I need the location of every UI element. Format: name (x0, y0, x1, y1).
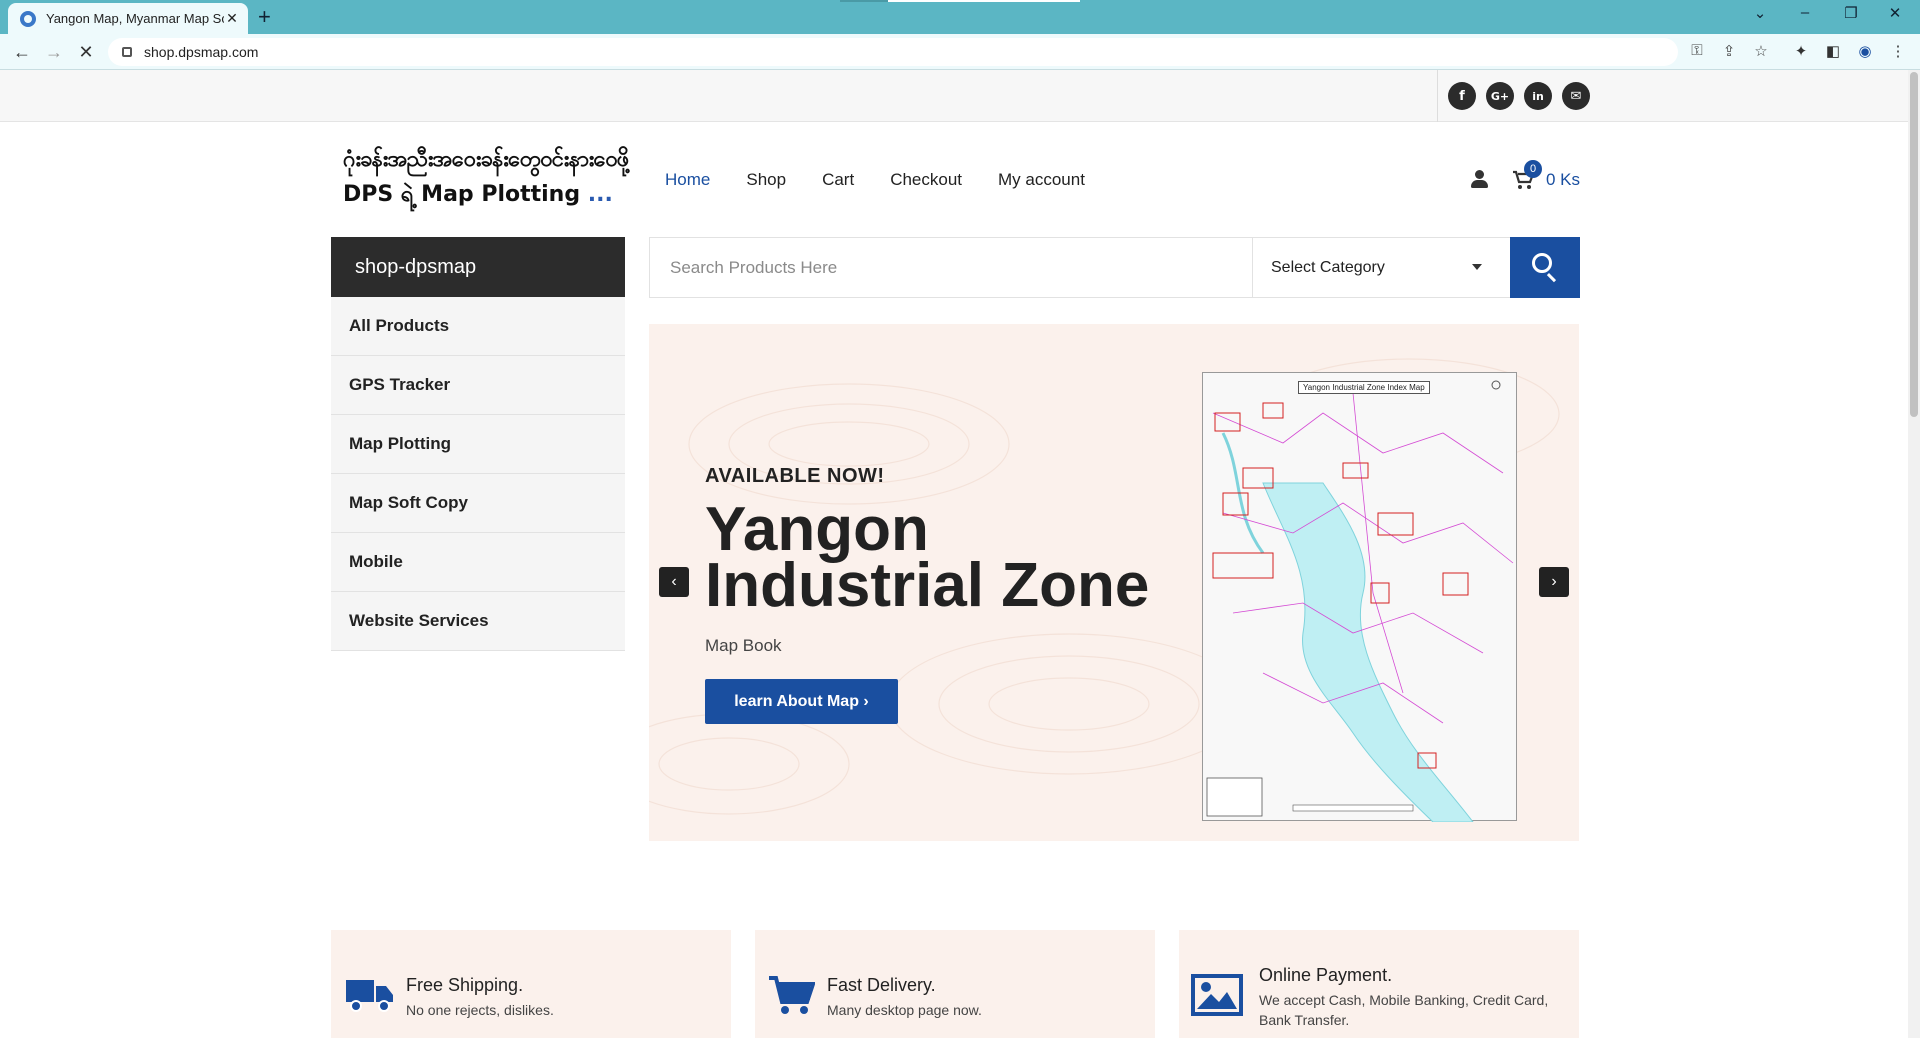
feature-title: Free Shipping. (406, 975, 524, 995)
user-icon-body (1471, 180, 1488, 188)
cart-count-badge: 0 (1524, 160, 1542, 178)
hero-headline: Yangon Industrial Zone (705, 495, 1150, 620)
search-button[interactable] (1510, 237, 1580, 298)
site-logo[interactable]: ဂုံးခန်းအညီးအဝေးခန်းတွေဝင်းနားဝေဖို့ DPS… (343, 144, 629, 212)
nav-my-account[interactable]: My account (998, 170, 1085, 190)
social-links: f G+ in ✉ (1437, 70, 1590, 122)
sidebar-item-all-products[interactable]: All Products (331, 297, 625, 356)
sidebar-item-website-services[interactable]: Website Services (331, 592, 625, 651)
nav-checkout[interactable]: Checkout (890, 170, 962, 190)
key-icon[interactable]: ⚿ (1686, 42, 1708, 62)
browser-tab[interactable]: Yangon Map, Myanmar Map Soft Copy ✕ (8, 3, 248, 34)
search-icon (1532, 253, 1552, 273)
category-sidebar: All Products GPS Tracker Map Plotting Ma… (331, 297, 625, 651)
user-icon-head (1475, 170, 1484, 179)
bookmark-star-icon[interactable]: ☆ (1750, 42, 1772, 62)
facebook-icon[interactable]: f (1448, 82, 1476, 110)
nav-home[interactable]: Home (665, 170, 710, 190)
profile-icon[interactable]: ◉ (1855, 42, 1875, 62)
hero-headline-line1: Yangon (705, 495, 929, 564)
hero-eyebrow: AVAILABLE NOW! (705, 465, 885, 487)
chevron-down-icon (1472, 264, 1482, 270)
tab-strip-indicator-light (888, 0, 1080, 2)
hero-slider: AVAILABLE NOW! Yangon Industrial Zone Ma… (649, 324, 1579, 841)
sidebar-item-map-plotting[interactable]: Map Plotting (331, 415, 625, 474)
search-input[interactable] (650, 238, 1250, 297)
extensions-icon[interactable]: ✦ (1791, 42, 1811, 62)
feature-desc: Many desktop page now. (827, 1002, 982, 1018)
logo-brand-text: DPS ရဲ့ Map Plotting (343, 182, 581, 207)
user-icon[interactable] (1470, 168, 1488, 190)
hero-headline-line2: Industrial Zone (705, 551, 1150, 620)
side-panel-icon[interactable]: ◧ (1823, 42, 1843, 62)
forward-icon[interactable]: → (42, 40, 66, 64)
sidebar-title: shop-dpsmap (331, 237, 625, 297)
logo-myanmar-text: ဂုံးခန်းအညီးအဝေးခန်းတွေဝင်းနားဝေဖို့ (343, 147, 629, 172)
back-icon[interactable]: ← (10, 40, 34, 64)
close-window-button[interactable]: ✕ (1880, 4, 1910, 22)
email-icon[interactable]: ✉ (1562, 82, 1590, 110)
cart-icon (769, 976, 815, 1014)
browser-toolbar: ← → ✕ shop.dpsmap.com ⚿ ⇪ ☆ ✦ ◧ ◉ ⋮ (0, 34, 1920, 70)
url-text: shop.dpsmap.com (144, 44, 259, 60)
feature-free-shipping: Free Shipping. No one rejects, dislikes. (331, 930, 731, 1038)
sidebar-item-map-soft-copy[interactable]: Map Soft Copy (331, 474, 625, 533)
learn-about-map-button[interactable]: learn About Map › (705, 679, 898, 724)
tab-strip-indicator (840, 0, 888, 2)
stop-loading-icon[interactable]: ✕ (74, 40, 98, 64)
feature-desc: No one rejects, dislikes. (406, 1002, 554, 1018)
restore-button[interactable]: ❐ (1836, 4, 1866, 22)
googleplus-icon[interactable]: G+ (1486, 82, 1514, 110)
logo-dots: ... (587, 182, 613, 207)
feature-title: Online Payment. (1259, 965, 1393, 985)
truck-icon (346, 980, 393, 1012)
browser-tab-bar: Yangon Map, Myanmar Map Soft Copy ✕ + ⌄ … (0, 0, 1920, 34)
site-favicon-icon (20, 10, 36, 27)
web-page: f G+ in ✉ ဂုံးခန်းအညီးအဝေးခန်းတွေဝင်းနား… (0, 70, 1908, 1038)
linkedin-icon[interactable]: in (1524, 82, 1552, 110)
feature-title: Fast Delivery. (827, 975, 936, 995)
slider-next-button[interactable]: › (1539, 567, 1569, 597)
nav-shop[interactable]: Shop (746, 170, 786, 190)
image-icon (1191, 974, 1243, 1016)
logo-english-text: DPS ရဲ့ Map Plotting ... (343, 179, 623, 212)
search-icon-handle (1546, 273, 1557, 283)
sidebar-item-mobile[interactable]: Mobile (331, 533, 625, 592)
map-title: Yangon Industrial Zone Index Map (1298, 381, 1430, 394)
close-tab-icon[interactable]: ✕ (224, 10, 240, 27)
tab-search-icon[interactable]: ⌄ (1745, 4, 1775, 22)
new-tab-button[interactable]: + (258, 4, 271, 30)
slider-prev-button[interactable]: ‹ (659, 567, 689, 597)
map-image: Yangon Industrial Zone Index Map (1202, 372, 1517, 822)
page-scrollbar-thumb[interactable] (1910, 72, 1918, 417)
share-icon[interactable]: ⇪ (1718, 42, 1740, 62)
sidebar-item-gps-tracker[interactable]: GPS Tracker (331, 356, 625, 415)
hero-subtitle: Map Book (705, 636, 782, 655)
feature-fast-delivery: Fast Delivery. Many desktop page now. (755, 930, 1155, 1038)
map-drawing (1206, 380, 1514, 822)
lock-icon (122, 47, 132, 57)
feature-desc: We accept Cash, Mobile Banking, Credit C… (1259, 992, 1549, 1028)
minimize-button[interactable]: – (1790, 4, 1820, 21)
address-bar[interactable]: shop.dpsmap.com (108, 38, 1678, 66)
top-strip: f G+ in ✉ (0, 70, 1908, 122)
cart-total[interactable]: 0 Ks (1546, 170, 1580, 190)
nav-cart[interactable]: Cart (822, 170, 854, 190)
category-select-value: Select Category (1271, 259, 1385, 276)
product-search: Select Category (649, 237, 1580, 298)
main-navigation: Home Shop Cart Checkout My account (665, 170, 1085, 190)
category-select[interactable]: Select Category (1252, 238, 1510, 297)
browser-tab-title: Yangon Map, Myanmar Map Soft Copy (46, 11, 224, 26)
feature-online-payment: Online Payment. We accept Cash, Mobile B… (1179, 930, 1579, 1038)
browser-menu-icon[interactable]: ⋮ (1888, 42, 1908, 62)
